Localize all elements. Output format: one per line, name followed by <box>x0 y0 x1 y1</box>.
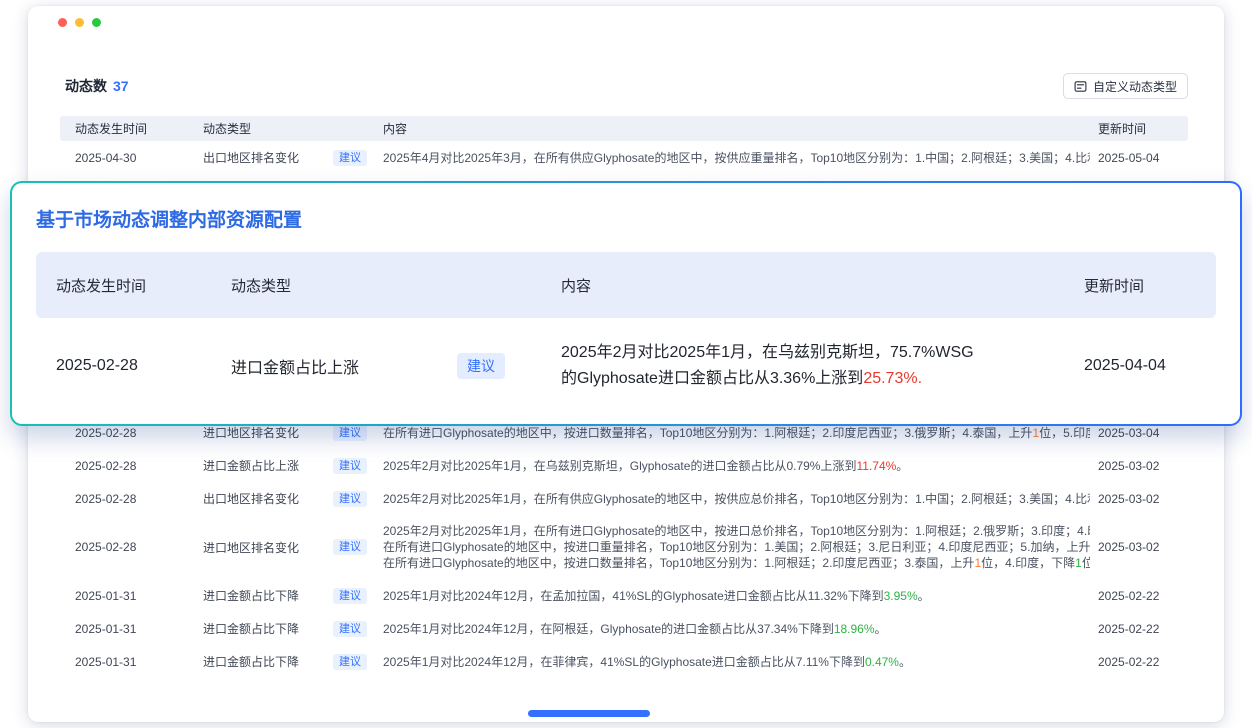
callout-header-row: 动态发生时间 动态类型 内容 更新时间 <box>36 252 1216 318</box>
callout-column-updated: 更新时间 <box>1064 275 1216 296</box>
row-type: 进口金额占比下降 建议 <box>195 620 375 637</box>
row-type: 进口金额占比下降 建议 <box>195 653 375 670</box>
callout-column-type: 动态类型 <box>211 275 541 296</box>
row-type: 进口金额占比上涨 建议 <box>195 457 375 474</box>
row-updated: 2025-03-02 <box>1090 459 1188 473</box>
row-type: 出口地区排名变化 建议 <box>195 149 375 166</box>
row-updated: 2025-02-22 <box>1090 589 1188 603</box>
minimize-window-button[interactable] <box>75 18 84 27</box>
window-controls <box>58 18 101 27</box>
row-time: 2025-02-28 <box>60 459 195 473</box>
table-row[interactable]: 2025-02-28 进口地区排名变化 建议 2025年2月对比2025年1月，… <box>60 515 1188 579</box>
row-time: 2025-02-28 <box>60 492 195 506</box>
table-rows-above-overlay: 2025-04-30 出口地区排名变化 建议 2025年4月对比2025年3月，… <box>60 141 1188 174</box>
row-time: 2025-01-31 <box>60 655 195 669</box>
column-header-content: 内容 <box>375 120 1090 137</box>
suggestion-badge: 建议 <box>333 150 367 166</box>
table-row[interactable]: 2025-01-31 进口金额占比下降 建议 2025年1月对比2024年12月… <box>60 579 1188 612</box>
suggestion-badge: 建议 <box>333 588 367 604</box>
zoom-window-button[interactable] <box>92 18 101 27</box>
highlight-callout: 基于市场动态调整内部资源配置 动态发生时间 动态类型 内容 更新时间 2025-… <box>10 181 1242 426</box>
row-content: 2025年2月对比2025年1月，在所有进口Glyphosate的地区中，按进口… <box>375 523 1090 571</box>
suggestion-badge: 建议 <box>333 654 367 670</box>
callout-column-content: 内容 <box>541 275 1064 296</box>
row-type-label: 出口地区排名变化 <box>203 149 299 166</box>
row-type: 进口地区排名变化 建议 <box>195 539 375 556</box>
row-content: 2025年1月对比2024年12月，在菲律宾，41%SL的Glyphosate进… <box>375 654 1090 670</box>
row-updated: 2025-05-04 <box>1090 151 1188 165</box>
row-updated: 2025-02-22 <box>1090 622 1188 636</box>
suggestion-badge: 建议 <box>333 425 367 441</box>
suggestion-badge: 建议 <box>457 353 505 379</box>
page-header: 动态数 37 自定义动态类型 <box>65 70 1188 102</box>
row-time: 2025-01-31 <box>60 622 195 636</box>
row-time: 2025-01-31 <box>60 589 195 603</box>
row-type-label: 进口地区排名变化 <box>203 424 299 441</box>
row-type-label: 出口地区排名变化 <box>203 490 299 507</box>
dynamics-count-value: 37 <box>113 78 129 94</box>
row-content: 2025年2月对比2025年1月，在乌兹别克斯坦，Glyphosate的进口金额… <box>375 458 1090 474</box>
table-row[interactable]: 2025-04-30 出口地区排名变化 建议 2025年4月对比2025年3月，… <box>60 141 1188 174</box>
row-type-label: 进口金额占比下降 <box>203 587 299 604</box>
row-content: 2025年4月对比2025年3月，在所有供应Glyphosate的地区中，按供应… <box>375 150 1090 166</box>
callout-row-type: 进口金额占比上涨 建议 <box>211 353 541 379</box>
row-type: 进口金额占比下降 建议 <box>195 587 375 604</box>
row-time: 2025-04-30 <box>60 151 195 165</box>
row-content: 在所有进口Glyphosate的地区中，按进口数量排名，Top10地区分别为：1… <box>375 425 1090 441</box>
row-time: 2025-02-28 <box>60 540 195 554</box>
row-updated: 2025-03-04 <box>1090 426 1188 440</box>
table-row[interactable]: 2025-02-28 进口金额占比上涨 建议 2025年2月对比2025年1月，… <box>60 449 1188 482</box>
table-header-row: 动态发生时间 动态类型 内容 更新时间 <box>60 116 1188 141</box>
table-row[interactable]: 2025-01-31 进口金额占比下降 建议 2025年1月对比2024年12月… <box>60 612 1188 645</box>
row-type-label: 进口金额占比下降 <box>203 653 299 670</box>
suggestion-badge: 建议 <box>333 539 367 555</box>
suggestion-badge: 建议 <box>333 458 367 474</box>
callout-row-content: 2025年2月对比2025年1月，在乌兹别克斯坦，75.7%WSG的Glypho… <box>541 340 1064 392</box>
callout-row-updated: 2025-04-04 <box>1064 357 1216 375</box>
row-type-label: 进口地区排名变化 <box>203 539 299 556</box>
row-content: 2025年1月对比2024年12月，在阿根廷，Glyphosate的进口金额占比… <box>375 621 1090 637</box>
page-title: 动态数 37 <box>65 76 129 96</box>
row-type-label: 进口金额占比下降 <box>203 620 299 637</box>
row-type-label: 进口金额占比上涨 <box>203 457 299 474</box>
row-content: 2025年2月对比2025年1月，在所有供应Glyphosate的地区中，按供应… <box>375 491 1090 507</box>
row-time: 2025-02-28 <box>60 426 195 440</box>
column-header-type: 动态类型 <box>195 120 375 137</box>
callout-column-time: 动态发生时间 <box>36 275 211 296</box>
customize-dynamic-type-button[interactable]: 自定义动态类型 <box>1063 73 1188 99</box>
row-updated: 2025-03-02 <box>1090 540 1188 554</box>
row-content: 2025年1月对比2024年12月，在孟加拉国，41%SL的Glyphosate… <box>375 588 1090 604</box>
table-row[interactable]: 2025-02-28 出口地区排名变化 建议 2025年2月对比2025年1月，… <box>60 482 1188 515</box>
callout-title: 基于市场动态调整内部资源配置 <box>36 205 1216 232</box>
column-header-updated: 更新时间 <box>1090 120 1188 137</box>
callout-row-time: 2025-02-28 <box>36 357 211 375</box>
dynamics-count-label: 动态数 <box>65 78 107 94</box>
row-updated: 2025-03-02 <box>1090 492 1188 506</box>
table-row[interactable]: 2025-01-31 进口金额占比下降 建议 2025年1月对比2024年12月… <box>60 645 1188 678</box>
close-window-button[interactable] <box>58 18 67 27</box>
callout-type-label: 进口金额占比上涨 <box>231 354 359 378</box>
suggestion-badge: 建议 <box>333 621 367 637</box>
column-header-time: 动态发生时间 <box>60 120 195 137</box>
row-type: 进口地区排名变化 建议 <box>195 424 375 441</box>
horizontal-scrollbar-thumb[interactable] <box>528 710 650 717</box>
row-updated: 2025-02-22 <box>1090 655 1188 669</box>
table-rows-below-overlay: 2025-02-28 进口地区排名变化 建议 在所有进口Glyphosate的地… <box>60 416 1188 678</box>
suggestion-badge: 建议 <box>333 491 367 507</box>
callout-data-row: 2025-02-28 进口金额占比上涨 建议 2025年2月对比2025年1月，… <box>36 340 1216 392</box>
customize-button-label: 自定义动态类型 <box>1093 78 1177 95</box>
row-type: 出口地区排名变化 建议 <box>195 490 375 507</box>
highlight-callout-body: 基于市场动态调整内部资源配置 动态发生时间 动态类型 内容 更新时间 2025-… <box>12 183 1240 424</box>
customize-icon <box>1074 80 1087 93</box>
